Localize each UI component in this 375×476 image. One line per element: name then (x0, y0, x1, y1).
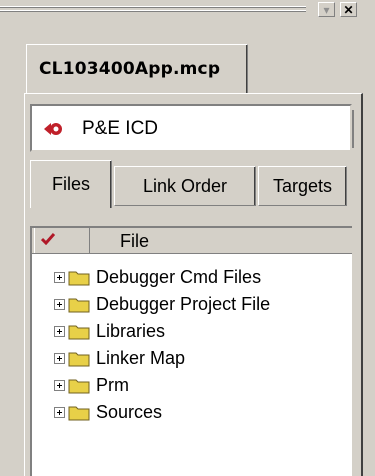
target-name: P&E ICD (82, 118, 159, 139)
expand-icon[interactable] (54, 379, 65, 391)
tree-item-label: Prm (96, 374, 129, 395)
title-grip[interactable] (0, 6, 306, 16)
checkmark-icon (41, 233, 55, 245)
file-list-header: File (32, 228, 352, 254)
expand-icon[interactable] (54, 325, 65, 337)
tab-link-order-label: Link Order (142, 175, 228, 196)
debug-target-icon (44, 123, 62, 135)
tab-targets[interactable]: Targets (258, 166, 347, 206)
folder-icon (68, 298, 90, 312)
grip-line (0, 7, 306, 8)
tree-item-debugger-cmd-files[interactable]: Debugger Cmd Files (54, 265, 261, 289)
minimize-icon: ▾ (323, 2, 330, 17)
expand-icon[interactable] (54, 298, 65, 310)
check-column-header[interactable] (34, 228, 90, 253)
close-button[interactable]: ✕ (340, 2, 357, 17)
tree-item-label: Debugger Cmd Files (96, 266, 262, 287)
tab-targets-label: Targets (272, 175, 333, 196)
project-tab[interactable]: CL103400App.mcp (26, 44, 248, 94)
tree-item-linker-map[interactable]: Linker Map (54, 346, 185, 370)
tree-item-label: Debugger Project File (96, 293, 271, 314)
folder-icon (68, 271, 90, 285)
expand-icon[interactable] (54, 406, 65, 418)
grip-line (0, 11, 306, 12)
folder-icon (68, 325, 90, 339)
tab-files-label: Files (51, 174, 90, 194)
folder-icon (68, 379, 90, 393)
tree-item-libraries[interactable]: Libraries (54, 319, 165, 343)
folder-icon (68, 352, 90, 366)
folder-icon (68, 406, 90, 420)
minimize-button[interactable]: ▾ (318, 2, 335, 17)
tab-files[interactable]: Files (30, 160, 112, 208)
target-selector-edge (352, 110, 354, 148)
tree-item-label: Sources (96, 401, 163, 422)
tree-item-prm[interactable]: Prm (54, 373, 129, 397)
expand-icon[interactable] (54, 271, 65, 283)
tree-item-debugger-project-file[interactable]: Debugger Project File (54, 292, 270, 316)
project-tab-label: CL103400App.mcp (39, 59, 221, 79)
file-column-header[interactable]: File (120, 231, 149, 252)
file-tree[interactable]: File Debugger Cmd Files Debugger Project… (30, 226, 352, 476)
target-selector[interactable]: P&E ICD (30, 104, 354, 152)
tab-link-order[interactable]: Link Order (114, 166, 256, 206)
tree-item-label: Libraries (96, 320, 166, 341)
tree-item-label: Linker Map (96, 347, 186, 368)
expand-icon[interactable] (54, 352, 65, 364)
tree-item-sources[interactable]: Sources (54, 400, 162, 424)
close-icon: ✕ (343, 2, 354, 17)
